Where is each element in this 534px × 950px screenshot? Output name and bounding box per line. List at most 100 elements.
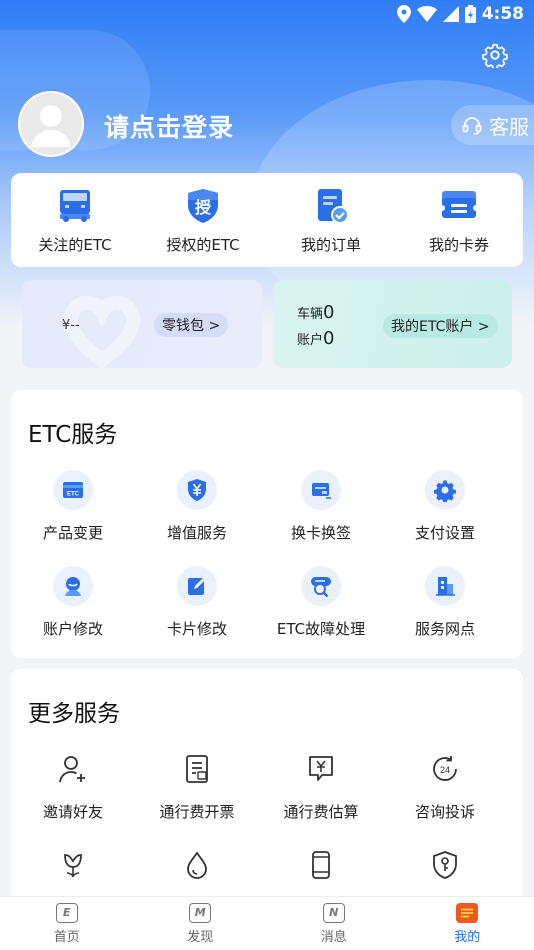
service-consult-complaint[interactable]: 24 咨询投诉 (383, 749, 507, 845)
service-account-edit[interactable]: 账户修改 (11, 566, 135, 662)
vehicles-row: 车辆0 (297, 302, 334, 323)
wallet-card[interactable]: ¥-- 零钱包 > (22, 280, 262, 368)
bottom-tab-bar: E 首页 M 发现 N 消息 我的 (0, 896, 534, 950)
etc-account-card[interactable]: 车辆0 账户0 我的ETC账户 > (273, 280, 512, 368)
add-user-icon (53, 749, 93, 789)
service-toll-estimate[interactable]: 通行费估算 (259, 749, 383, 845)
svg-text:ETC: ETC (67, 492, 80, 498)
phone-icon (301, 845, 341, 885)
wallet-label: 零钱包 (162, 318, 204, 334)
quick-label: 关注的ETC (38, 236, 112, 254)
service-payment-settings[interactable]: 支付设置 (383, 470, 507, 566)
etc-services-section: ETC服务 ETC 产品变更 增值服务 换卡换签 支付设置 账户修改 卡片修改 … (11, 390, 523, 658)
service-toll-invoice[interactable]: 通行费开票 (135, 749, 259, 845)
service-label: 增值服务 (166, 524, 227, 542)
yen-shield-icon (177, 470, 217, 510)
authorize-shield-icon: 授 (185, 188, 221, 224)
service-label: 邀请好友 (42, 803, 103, 821)
account-count: 0 (323, 328, 335, 349)
svg-text:24: 24 (440, 765, 450, 775)
status-bar: 4:58 (0, 0, 534, 28)
service-label: 账户修改 (42, 620, 103, 638)
messages-tab-icon: N (322, 902, 345, 923)
home-tab-icon: E (55, 902, 78, 923)
service-value-added[interactable]: 增值服务 (135, 470, 259, 566)
service-outlets[interactable]: 服务网点 (383, 566, 507, 662)
edit-icon (177, 566, 217, 606)
quick-followed-etc[interactable]: 关注的ETC (13, 188, 137, 255)
location-icon (396, 5, 411, 23)
quick-actions: 关注的ETC 授 授权的ETC 我的订单 我的卡券 (11, 173, 523, 267)
tab-label: 我的 (454, 929, 481, 945)
tab-discover[interactable]: M 发现 (134, 902, 268, 945)
login-prompt[interactable]: 请点击登录 (104, 108, 234, 144)
gear-icon (425, 470, 465, 510)
account-label: 账户 (297, 333, 324, 348)
quick-my-orders[interactable]: 我的订单 (269, 188, 393, 255)
service-label: 咨询投诉 (414, 803, 475, 821)
user-edit-icon (53, 566, 93, 606)
tab-label: 首页 (53, 929, 80, 945)
vehicles-label: 车辆 (297, 307, 324, 322)
coupon-icon (442, 191, 476, 218)
etc-account-link[interactable]: 我的ETC账户 > (383, 314, 498, 338)
account-cards: ¥-- 零钱包 > 车辆0 账户0 我的ETC账户 > (22, 280, 512, 368)
status-time: 4:58 (481, 4, 524, 24)
quick-my-coupons[interactable]: 我的卡券 (397, 188, 521, 255)
service-etc-fault[interactable]: ETC故障处理 (259, 566, 383, 662)
invoice-icon (177, 749, 217, 789)
signal-icon (442, 6, 459, 22)
flower-icon (53, 845, 93, 885)
service-label: 通行费估算 (283, 803, 359, 821)
discover-tab-icon: M (189, 902, 212, 923)
etc-account-label: 我的ETC账户 (391, 319, 474, 335)
service-label: 产品变更 (42, 524, 103, 542)
battery-icon (464, 5, 476, 23)
drop-icon (177, 845, 217, 885)
section-title: 更多服务 (28, 701, 120, 727)
tab-label: 消息 (320, 929, 347, 945)
chevron-right-icon: > (208, 318, 221, 334)
tab-messages[interactable]: N 消息 (267, 902, 401, 945)
shield-key-icon (425, 845, 465, 885)
etc-card-icon: ETC (53, 470, 93, 510)
settings-button[interactable] (482, 42, 508, 70)
chevron-right-icon: > (477, 319, 490, 335)
wallet-amount: ¥-- (62, 318, 80, 333)
quick-label: 我的卡券 (428, 236, 489, 254)
service-label: 支付设置 (414, 524, 475, 542)
quick-label: 我的订单 (300, 236, 361, 254)
mine-tab-icon (456, 902, 479, 923)
wifi-icon (416, 6, 437, 22)
service-product-change[interactable]: ETC 产品变更 (11, 470, 135, 566)
24h-icon: 24 (425, 749, 465, 789)
diagnose-icon (301, 566, 341, 606)
tab-home[interactable]: E 首页 (0, 902, 134, 945)
building-icon (425, 566, 465, 606)
customer-service-button[interactable]: 客服 (451, 105, 534, 145)
account-row: 账户0 (297, 328, 334, 349)
gear-icon (482, 43, 508, 70)
service-label: 通行费开票 (159, 803, 235, 821)
headset-icon (462, 117, 482, 135)
yen-estimate-icon (301, 749, 341, 789)
tab-mine[interactable]: 我的 (401, 902, 534, 945)
vehicles-count: 0 (323, 302, 335, 323)
tab-label: 发现 (187, 929, 214, 945)
service-invite-friends[interactable]: 邀请好友 (11, 749, 135, 845)
avatar[interactable] (18, 91, 84, 157)
service-card-swap[interactable]: 换卡换签 (259, 470, 383, 566)
service-label: 服务网点 (414, 620, 475, 638)
section-title: ETC服务 (28, 422, 118, 448)
customer-service-label: 客服 (489, 114, 529, 139)
order-check-icon (318, 189, 349, 224)
service-label: 卡片修改 (166, 620, 227, 638)
truck-icon (60, 190, 90, 222)
wallet-link[interactable]: 零钱包 > (154, 313, 229, 337)
service-card-edit[interactable]: 卡片修改 (135, 566, 259, 662)
user-avatar-icon (20, 93, 82, 155)
service-label: 换卡换签 (290, 524, 351, 542)
quick-authorized-etc[interactable]: 授 授权的ETC (141, 188, 265, 255)
authorize-glyph: 授 (194, 198, 211, 217)
quick-label: 授权的ETC (166, 236, 240, 254)
